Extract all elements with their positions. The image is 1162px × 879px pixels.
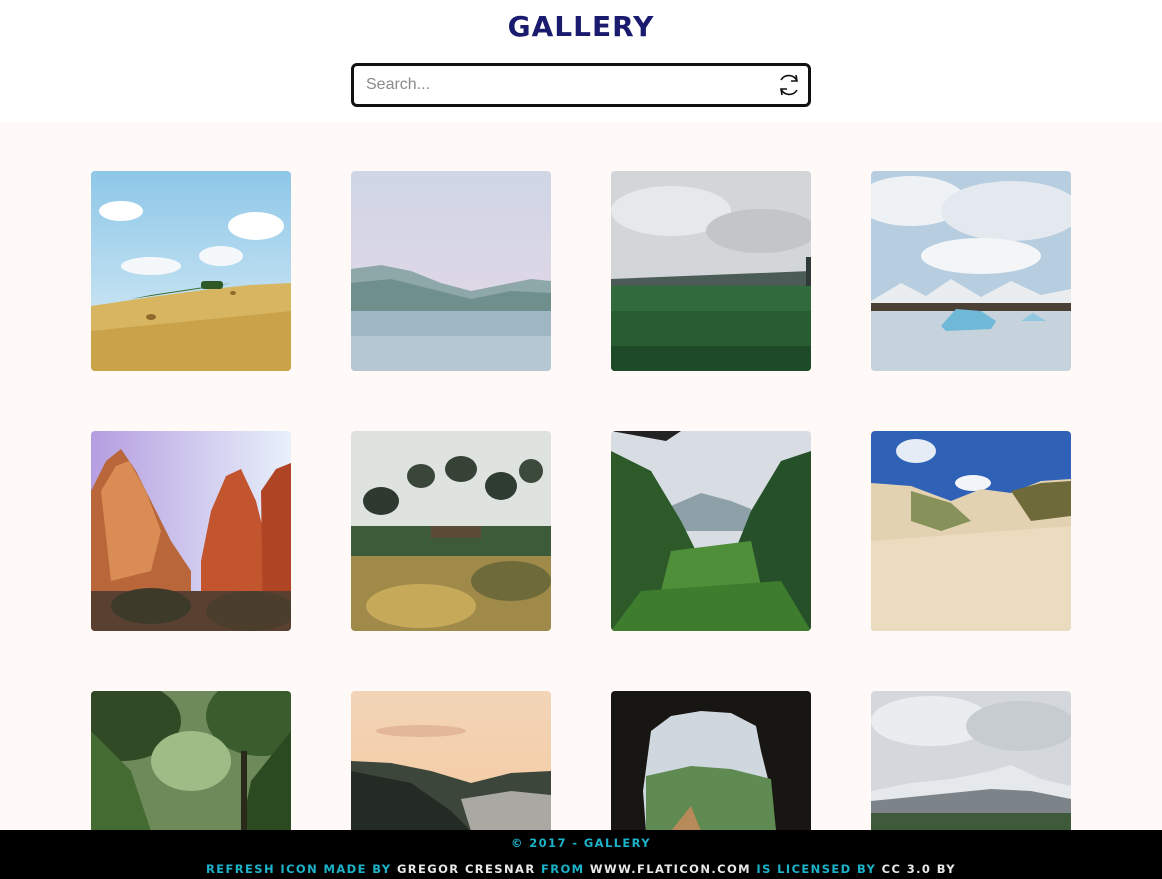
- gallery-image-field[interactable]: [91, 171, 291, 371]
- sand-dunes-image: [871, 431, 1071, 631]
- refresh-button[interactable]: [776, 72, 802, 98]
- forest-path-image: [91, 691, 291, 830]
- cave-view-image: [611, 691, 811, 830]
- gallery-image-cave[interactable]: [611, 691, 811, 830]
- footer: © 2017 - GALLERY REFRESH ICON MADE BY GR…: [0, 830, 1162, 879]
- license-link[interactable]: CC 3.0 BY: [882, 862, 956, 876]
- credit-line: REFRESH ICON MADE BY GREGOR CRESNAR FROM…: [0, 862, 1162, 876]
- snowy-mountain-image: [871, 691, 1071, 830]
- page-title: GALLERY: [507, 10, 655, 43]
- coastal-sunset-image: [351, 691, 551, 830]
- gallery-grid: [0, 122, 1162, 830]
- gallery-image-mountain[interactable]: [871, 691, 1071, 830]
- gallery-image-lake[interactable]: [351, 171, 551, 371]
- copyright-text: © 2017 - GALLERY: [510, 836, 652, 850]
- search-bar[interactable]: [351, 63, 811, 107]
- credit-from: FROM: [540, 862, 585, 876]
- search-input[interactable]: [354, 66, 764, 104]
- jungle-valley-image: [611, 431, 811, 631]
- gallery-image-dunes[interactable]: [871, 431, 1071, 631]
- golden-field-image: [91, 171, 291, 371]
- header: GALLERY: [0, 0, 1162, 122]
- gallery-image-forest[interactable]: [91, 691, 291, 830]
- gallery-image-coast[interactable]: [351, 691, 551, 830]
- gallery-image-meadow[interactable]: [611, 171, 811, 371]
- refresh-icon: [780, 74, 798, 96]
- gallery-image-garden[interactable]: [351, 431, 551, 631]
- credit-licensed: IS LICENSED BY: [756, 862, 877, 876]
- green-meadow-image: [611, 171, 811, 371]
- gallery-image-jungle[interactable]: [611, 431, 811, 631]
- glacier-lagoon-image: [871, 171, 1071, 371]
- flaticon-link[interactable]: WWW.FLATICON.COM: [590, 862, 751, 876]
- gallery-image-canyon[interactable]: [91, 431, 291, 631]
- red-rock-canyon-image: [91, 431, 291, 631]
- author-link[interactable]: GREGOR CRESNAR: [397, 862, 536, 876]
- misty-lake-image: [351, 171, 551, 371]
- credit-prefix: REFRESH ICON MADE BY: [206, 862, 392, 876]
- overgrown-garden-image: [351, 431, 551, 631]
- gallery-image-glacier[interactable]: [871, 171, 1071, 371]
